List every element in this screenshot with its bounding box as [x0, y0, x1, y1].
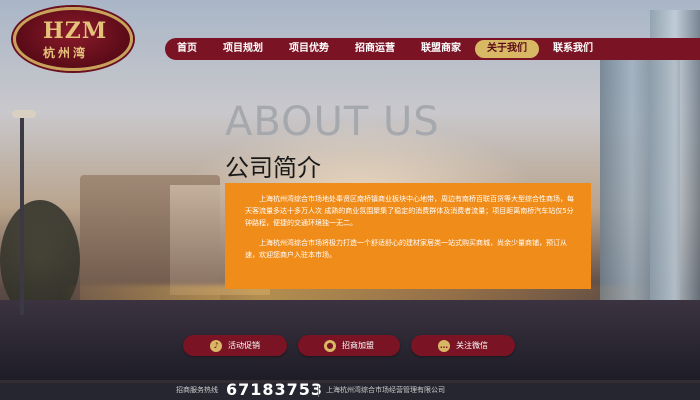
intro-paragraph-2: 上海杭州湾综合市场将极力打造一个舒适舒心的建材家居类一站式购买商城，尚余少量商铺…	[245, 239, 567, 259]
activity-promotion-button[interactable]: ♪ 活动促销	[183, 335, 287, 356]
nav-item-project-planning[interactable]: 项目规划	[211, 40, 275, 58]
logo-name: 杭州湾	[43, 46, 89, 60]
main-nav: 首页 项目规划 项目优势 招商运营 联盟商家 关于我们 联系我们	[165, 38, 700, 60]
hotline-number: 67183753	[226, 380, 324, 399]
heading-english: ABOUT US	[225, 99, 440, 145]
microphone-icon: ♪	[210, 339, 222, 352]
chat-bubble-icon: …	[438, 339, 450, 352]
logo-mark: HZM	[43, 18, 108, 44]
page-title: 公司简介	[225, 154, 321, 182]
nav-item-home[interactable]: 首页	[165, 40, 209, 58]
investment-join-label: 招商加盟	[342, 341, 374, 350]
company-intro-panel: 上海杭州湾综合市场地处奉贤区南桥镇商业板块中心地带，周边有南桥百联百货等大型综合…	[225, 183, 591, 289]
nav-item-partner-merchants[interactable]: 联盟商家	[409, 40, 473, 58]
nav-item-project-advantages[interactable]: 项目优势	[277, 40, 341, 58]
investment-join-button[interactable]: ● 招商加盟	[298, 335, 400, 356]
nav-item-about-us[interactable]: 关于我们	[475, 40, 539, 58]
follow-wechat-label: 关注微信	[456, 341, 488, 350]
intro-paragraph-1: 上海杭州湾综合市场地处奉贤区南桥镇商业板块中心地带，周边有南桥百联百货等大型综合…	[245, 195, 574, 227]
footer: 招商服务热线 67183753 上海杭州湾综合市场经营管理有限公司	[0, 380, 700, 400]
site-logo[interactable]: HZM 杭州湾	[13, 7, 133, 71]
street-lamp-head	[12, 110, 36, 118]
footer-divider	[318, 386, 319, 397]
hotline-label: 招商服务热线	[176, 386, 218, 394]
location-pin-icon: ●	[324, 339, 336, 352]
nav-item-contact-us[interactable]: 联系我们	[541, 40, 605, 58]
company-name: 上海杭州湾综合市场经营管理有限公司	[326, 386, 445, 394]
activity-promotion-label: 活动促销	[228, 341, 260, 350]
follow-wechat-button[interactable]: … 关注微信	[411, 335, 515, 356]
nav-item-leasing[interactable]: 招商运营	[343, 40, 407, 58]
street-lamp	[20, 115, 24, 315]
